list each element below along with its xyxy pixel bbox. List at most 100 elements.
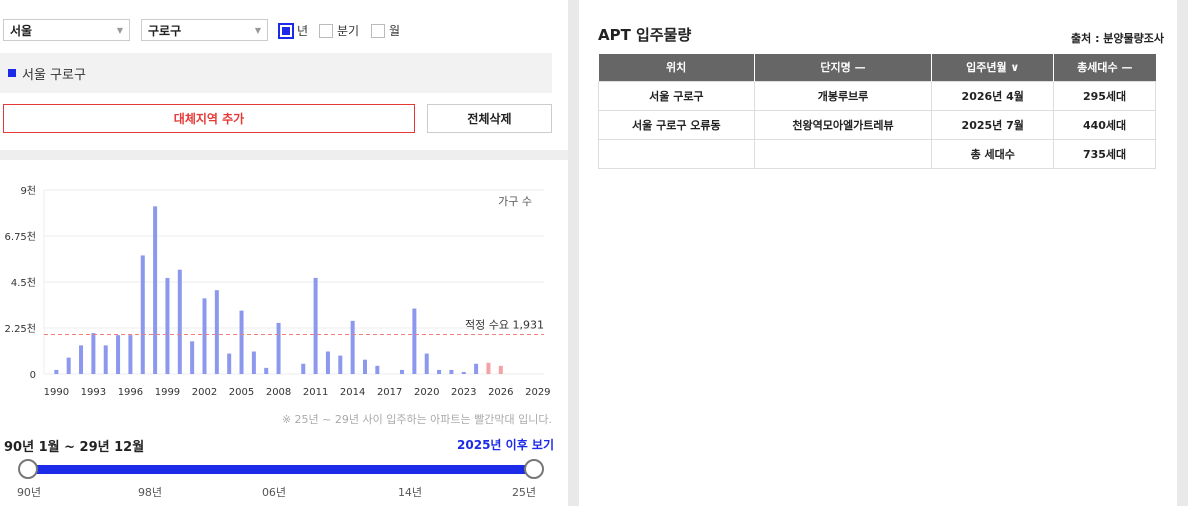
bar bbox=[437, 369, 442, 374]
bar bbox=[338, 355, 343, 374]
slider-start-handle[interactable] bbox=[18, 459, 38, 479]
bar bbox=[264, 367, 269, 374]
bar bbox=[116, 335, 121, 374]
selected-region-box: 서울 구로구 bbox=[0, 53, 552, 93]
period-slider-track[interactable] bbox=[28, 465, 534, 474]
table-cell bbox=[753, 138, 933, 169]
bar bbox=[177, 269, 182, 374]
table-cell: 295세대 bbox=[1053, 80, 1156, 111]
district-select[interactable]: 구로구 ▼ bbox=[141, 19, 268, 41]
bar bbox=[325, 351, 330, 374]
column-header-location: 위치 bbox=[598, 54, 755, 81]
table-header-row: 위치 단지명 — 입주년월 ∨ 총세대수 — bbox=[598, 54, 1156, 81]
table-cell: 총 세대수 bbox=[931, 138, 1055, 169]
slider-end-handle[interactable] bbox=[524, 459, 544, 479]
table-cell: 2025년 7월 bbox=[931, 109, 1055, 140]
bar bbox=[91, 333, 96, 374]
apt-supply-table: 위치 단지명 — 입주년월 ∨ 총세대수 — 서울 구로구 개봉루브루 2026… bbox=[598, 54, 1156, 169]
period-quarter-checkbox[interactable]: 분기 bbox=[319, 22, 359, 39]
x-tick-label: 2029 bbox=[525, 387, 550, 398]
reference-line-label: 적정 수요 1,931 bbox=[465, 319, 544, 332]
table-cell bbox=[598, 138, 755, 169]
y-tick-label: 6.75천 bbox=[5, 231, 36, 243]
bar bbox=[362, 359, 367, 374]
bar bbox=[54, 369, 59, 374]
y-tick-label: 4.5천 bbox=[11, 277, 36, 289]
slider-label: 90년 bbox=[16, 486, 42, 499]
bar bbox=[165, 277, 170, 374]
bar-future bbox=[498, 365, 503, 374]
city-select[interactable]: 서울 ▼ bbox=[3, 19, 130, 41]
bar bbox=[276, 322, 281, 374]
x-tick-label: 2023 bbox=[451, 387, 476, 398]
bar bbox=[202, 298, 207, 374]
bar bbox=[128, 335, 133, 374]
bar bbox=[239, 310, 244, 374]
table-row[interactable]: 서울 구로구 오류동 천왕역모아엘가트레뷰 2025년 7월 440세대 bbox=[598, 109, 1156, 140]
slider-label: 14년 bbox=[397, 486, 423, 499]
bar bbox=[461, 371, 466, 374]
bar bbox=[350, 320, 355, 374]
x-tick-label: 1993 bbox=[81, 387, 106, 398]
checkbox-checked-icon[interactable] bbox=[278, 22, 294, 39]
column-header-households[interactable]: 총세대수 — bbox=[1053, 54, 1156, 81]
table-cell: 440세대 bbox=[1053, 109, 1156, 140]
table-cell: 735세대 bbox=[1053, 138, 1156, 169]
x-tick-label: 1999 bbox=[155, 387, 180, 398]
x-tick-label: 1996 bbox=[118, 387, 143, 398]
x-tick-label: 2026 bbox=[488, 387, 513, 398]
district-select-value: 구로구 bbox=[148, 23, 182, 38]
period-month-checkbox[interactable]: 월 bbox=[371, 22, 400, 39]
bar bbox=[474, 363, 479, 374]
table-total-row: 총 세대수 735세대 bbox=[598, 138, 1156, 169]
x-tick-label: 2014 bbox=[340, 387, 365, 398]
period-year-checkbox[interactable]: 년 bbox=[278, 22, 308, 39]
chevron-down-icon: ▼ bbox=[116, 25, 123, 35]
view-after-2025-link[interactable]: 2025년 이후 보기 bbox=[457, 436, 554, 453]
period-range-label: 90년 1월 ~ 29년 12월 bbox=[4, 440, 145, 455]
x-tick-label: 2020 bbox=[414, 387, 439, 398]
add-alternative-region-button[interactable]: 대체지역 추가 bbox=[3, 104, 415, 133]
region-tag: 서울 구로구 bbox=[22, 67, 86, 83]
period-quarter-label: 분기 bbox=[337, 24, 360, 38]
column-header-complex[interactable]: 단지명 — bbox=[754, 54, 933, 81]
bar bbox=[140, 255, 145, 374]
chart-legend-label: 가구 수 bbox=[498, 195, 532, 208]
bar bbox=[227, 353, 232, 374]
bar bbox=[449, 369, 454, 374]
y-tick-label: 0 bbox=[30, 370, 36, 381]
y-tick-label: 9천 bbox=[20, 185, 36, 197]
bar bbox=[400, 369, 405, 374]
x-tick-label: 2011 bbox=[303, 387, 328, 398]
bar-future bbox=[486, 362, 491, 374]
supply-bar-chart: 0 2.25천 4.5천 6.75천 9천 1990 1993 1996 1999 2002 20… bbox=[5, 185, 551, 398]
bar bbox=[66, 357, 71, 374]
period-month-label: 월 bbox=[389, 24, 401, 38]
bar bbox=[424, 353, 429, 374]
checkbox-icon[interactable] bbox=[371, 23, 385, 38]
table-cell: 서울 구로구 bbox=[598, 80, 755, 111]
bar bbox=[214, 290, 219, 374]
bar bbox=[251, 351, 256, 374]
bar bbox=[153, 206, 158, 374]
bar bbox=[313, 277, 318, 374]
delete-all-button[interactable]: 전체삭제 bbox=[427, 104, 552, 133]
y-tick-label: 2.25천 bbox=[5, 323, 36, 335]
x-tick-label: 2005 bbox=[229, 387, 254, 398]
bar bbox=[375, 365, 380, 374]
column-header-move-in-date[interactable]: 입주년월 ∨ bbox=[931, 54, 1055, 81]
chevron-down-icon: ▼ bbox=[254, 25, 261, 35]
slider-label: 06년 bbox=[261, 486, 287, 499]
bar bbox=[103, 345, 108, 374]
bar bbox=[79, 345, 84, 374]
table-row[interactable]: 서울 구로구 개봉루브루 2026년 4월 295세대 bbox=[598, 80, 1156, 111]
slider-label: 25년 bbox=[511, 486, 537, 499]
table-cell: 2026년 4월 bbox=[931, 80, 1055, 111]
chart-note: ※ 25년 ~ 29년 사이 입주하는 아파트는 빨간막대 입니다. bbox=[281, 413, 552, 426]
table-cell: 천왕역모아엘가트레뷰 bbox=[753, 109, 933, 140]
bar bbox=[190, 341, 195, 374]
apt-supply-title: APT 입주물량 bbox=[598, 26, 692, 44]
data-source-label: 출처 : 분양물량조사 bbox=[1071, 32, 1165, 45]
checkbox-icon[interactable] bbox=[319, 23, 333, 38]
region-color-square-icon bbox=[8, 69, 16, 77]
